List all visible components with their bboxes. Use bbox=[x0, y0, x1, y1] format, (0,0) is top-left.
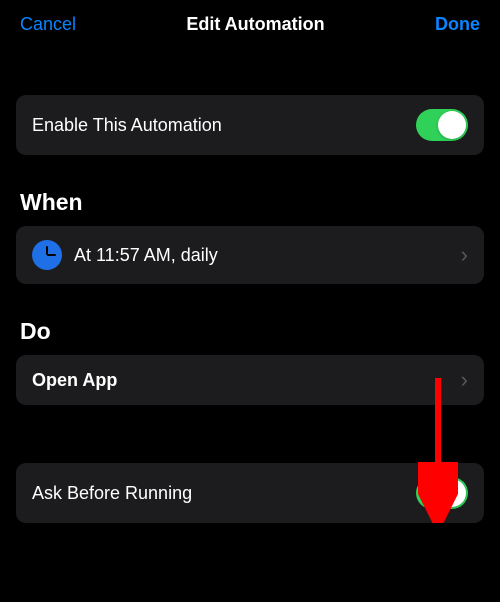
toggle-knob bbox=[438, 479, 466, 507]
when-schedule-label: At 11:57 AM, daily bbox=[74, 245, 218, 266]
enable-automation-toggle[interactable] bbox=[416, 109, 468, 141]
toggle-knob bbox=[438, 111, 466, 139]
done-button[interactable]: Done bbox=[435, 14, 480, 35]
clock-icon bbox=[32, 240, 62, 270]
cancel-button[interactable]: Cancel bbox=[20, 14, 76, 35]
ask-before-running-label: Ask Before Running bbox=[32, 483, 192, 504]
do-heading: Do bbox=[20, 318, 484, 345]
chevron-right-icon: › bbox=[461, 244, 468, 266]
enable-automation-label: Enable This Automation bbox=[32, 115, 222, 136]
ask-before-running-toggle[interactable] bbox=[416, 477, 468, 509]
do-action-label: Open App bbox=[32, 370, 117, 391]
chevron-right-icon: › bbox=[461, 369, 468, 391]
when-schedule-row[interactable]: At 11:57 AM, daily › bbox=[16, 226, 484, 284]
nav-header: Cancel Edit Automation Done bbox=[0, 0, 500, 49]
ask-before-running-row: Ask Before Running bbox=[16, 463, 484, 523]
when-heading: When bbox=[20, 189, 484, 216]
do-action-row[interactable]: Open App › bbox=[16, 355, 484, 405]
page-title: Edit Automation bbox=[186, 14, 324, 35]
enable-automation-row: Enable This Automation bbox=[16, 95, 484, 155]
